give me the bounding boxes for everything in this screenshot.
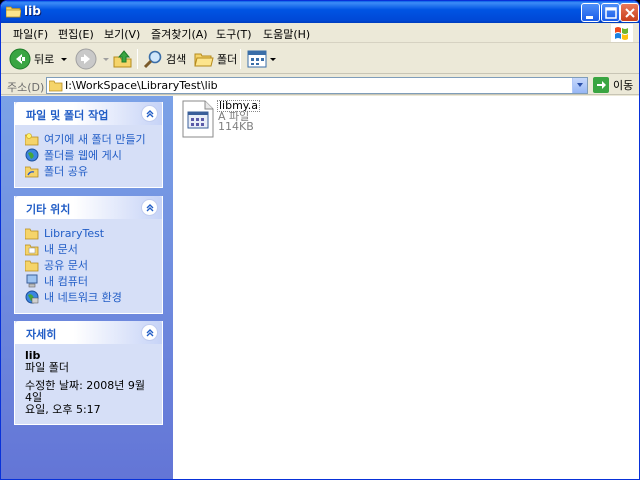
address-input[interactable]: I:\WorkSpace\LibraryTest\lib xyxy=(46,77,588,94)
address-bar: 주소(D) I:\WorkSpace\LibraryTest\lib 이동 xyxy=(1,75,639,95)
file-item[interactable]: libmy.a A 파일 114KB xyxy=(181,100,261,140)
task-pane: 파일 및 폴더 작업 여기에 새 폴더 만들기 폴더를 웹에 게시 폴더 공유 xyxy=(1,96,173,479)
file-size: 114KB xyxy=(218,120,254,133)
other-places-panel: 기타 위치 LibraryTest 내 문서 공유 문서 내 컴퓨터 내 네트워… xyxy=(14,196,163,314)
minimize-button[interactable] xyxy=(581,3,600,22)
detail-modified: 수정한 날짜: 2008년 9월 4일 xyxy=(25,379,146,404)
detail-type: 파일 폴더 xyxy=(25,361,69,374)
views-icon xyxy=(247,50,267,68)
place-my-computer[interactable]: 내 컴퓨터 xyxy=(25,273,152,289)
maximize-button[interactable] xyxy=(601,3,620,22)
task-publish-web[interactable]: 폴더를 웹에 게시 xyxy=(25,147,152,163)
chevron-up-icon xyxy=(146,204,154,212)
place-my-documents[interactable]: 내 문서 xyxy=(25,241,152,257)
menu-edit[interactable]: 편집(E) xyxy=(58,26,94,42)
collapse-button[interactable] xyxy=(141,199,158,216)
back-arrow-icon xyxy=(9,48,31,70)
my-computer-icon xyxy=(26,274,38,288)
back-label: 뒤로 xyxy=(34,53,55,66)
place-librarytest[interactable]: LibraryTest xyxy=(25,225,152,241)
collapse-button[interactable] xyxy=(141,105,158,122)
menu-favorites[interactable]: 즐겨찾기(A) xyxy=(151,26,208,42)
task-label: 폴더 공유 xyxy=(44,165,88,178)
address-path: I:\WorkSpace\LibraryTest\lib xyxy=(65,79,218,92)
go-label: 이동 xyxy=(613,79,634,92)
place-label: LibraryTest xyxy=(44,226,105,240)
network-places-icon xyxy=(25,290,39,304)
shared-documents-icon xyxy=(25,260,39,272)
search-label: 검색 xyxy=(166,53,187,66)
detail-modified-time: 요일, 오후 5:17 xyxy=(25,403,101,416)
back-button[interactable]: 뒤로 xyxy=(9,47,69,71)
folder-icon xyxy=(6,6,21,18)
panel-title: 기타 위치 xyxy=(26,203,71,216)
search-icon xyxy=(143,50,162,69)
folders-icon xyxy=(194,53,214,67)
panel-header[interactable]: 기타 위치 xyxy=(15,196,162,219)
window-title: lib xyxy=(24,4,41,18)
up-folder-icon xyxy=(113,50,132,68)
task-share-folder[interactable]: 폴더 공유 xyxy=(25,163,152,179)
file-icon xyxy=(182,100,214,138)
file-list-view[interactable]: libmy.a A 파일 114KB xyxy=(173,96,639,479)
forward-button[interactable] xyxy=(75,47,111,71)
menu-view[interactable]: 보기(V) xyxy=(104,26,140,42)
explorer-window: lib 파일(F) 편집(E) 보기(V) 즐겨찾기(A) 도구(T) 도움말(… xyxy=(0,0,640,480)
place-label: 내 네트워크 환경 xyxy=(44,291,122,304)
chevron-up-icon xyxy=(146,110,154,118)
address-dropdown-button[interactable] xyxy=(572,78,587,93)
chevron-down-icon xyxy=(577,83,583,87)
menu-tools[interactable]: 도구(T) xyxy=(216,26,252,42)
place-shared-documents[interactable]: 공유 문서 xyxy=(25,257,152,273)
task-new-folder[interactable]: 여기에 새 폴더 만들기 xyxy=(25,131,152,147)
panel-title: 자세히 xyxy=(26,328,57,341)
title-bar[interactable]: lib xyxy=(1,1,639,23)
panel-title: 파일 및 폴더 작업 xyxy=(26,109,109,122)
new-folder-icon xyxy=(25,133,39,146)
menu-help[interactable]: 도움말(H) xyxy=(263,26,310,42)
windows-logo-icon xyxy=(611,24,633,42)
folder-icon xyxy=(49,80,63,92)
task-label: 폴더를 웹에 게시 xyxy=(44,149,122,162)
dropdown-arrow-icon[interactable] xyxy=(59,54,69,64)
menu-file[interactable]: 파일(F) xyxy=(13,26,48,42)
panel-header[interactable]: 파일 및 폴더 작업 xyxy=(15,102,162,125)
publish-web-icon xyxy=(25,148,39,162)
go-arrow-icon xyxy=(593,77,609,93)
chevron-up-icon xyxy=(146,329,154,337)
go-button[interactable]: 이동 xyxy=(593,77,633,93)
place-label: 내 문서 xyxy=(44,243,78,256)
folders-button[interactable]: 폴더 xyxy=(194,47,237,71)
forward-arrow-icon xyxy=(75,48,97,70)
file-folder-tasks-panel: 파일 및 폴더 작업 여기에 새 폴더 만들기 폴더를 웹에 게시 폴더 공유 xyxy=(14,102,163,188)
address-label: 주소(D) xyxy=(7,81,45,94)
folders-label: 폴더 xyxy=(217,53,238,66)
panel-header[interactable]: 자세히 xyxy=(15,321,162,344)
place-network[interactable]: 내 네트워크 환경 xyxy=(25,289,152,305)
up-folder-button[interactable] xyxy=(113,47,133,71)
dropdown-arrow-icon[interactable] xyxy=(269,54,277,64)
details-panel: 자세히 lib 파일 폴더 수정한 날짜: 2008년 9월 4일 요일, 오후… xyxy=(14,321,163,425)
share-folder-icon xyxy=(25,166,39,178)
toolbar: 뒤로 검색 폴더 xyxy=(1,44,639,74)
my-documents-icon xyxy=(25,244,39,256)
collapse-button[interactable] xyxy=(141,324,158,341)
place-label: 내 컴퓨터 xyxy=(44,275,88,288)
menu-bar: 파일(F) 편집(E) 보기(V) 즐겨찾기(A) 도구(T) 도움말(H) xyxy=(1,23,639,43)
search-button[interactable]: 검색 xyxy=(143,47,186,71)
place-label: 공유 문서 xyxy=(44,259,88,272)
views-button[interactable] xyxy=(247,47,277,71)
task-label: 여기에 새 폴더 만들기 xyxy=(44,133,146,146)
dropdown-arrow-icon[interactable] xyxy=(101,54,111,64)
folder-icon xyxy=(25,228,39,240)
close-button[interactable] xyxy=(620,3,639,22)
